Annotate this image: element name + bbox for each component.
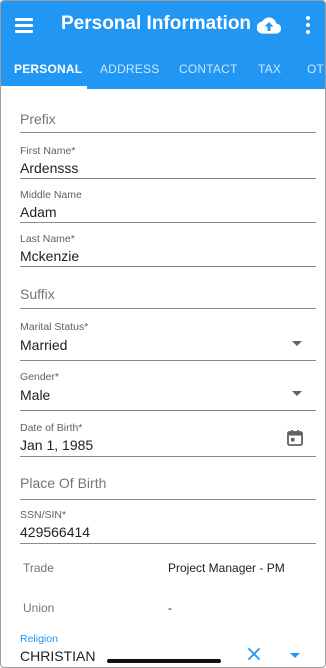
date-of-birth-label: Date of Birth* [20, 422, 83, 434]
tab-address[interactable]: ADDRESS [100, 51, 159, 89]
first-name-field[interactable]: First Name* Ardensss [20, 143, 316, 179]
app-frame: Personal Information PERSONAL ADDRESS CO… [0, 0, 326, 668]
union-value: - [168, 601, 172, 615]
cloud-upload-icon[interactable] [256, 14, 282, 36]
page-title: Personal Information [61, 13, 252, 34]
gender-select[interactable]: Gender* Male [20, 369, 316, 411]
dropdown-arrow-icon[interactable] [290, 653, 300, 658]
close-icon[interactable] [247, 647, 261, 661]
dropdown-arrow-icon[interactable] [292, 391, 302, 396]
religion-value[interactable]: CHRISTIAN [20, 648, 95, 664]
middle-name-field[interactable]: Middle Name Adam [20, 187, 316, 223]
suffix-placeholder: Suffix [20, 286, 55, 302]
first-name-label: First Name* [20, 145, 76, 157]
suffix-field[interactable]: Suffix [20, 280, 316, 309]
prefix-placeholder: Prefix [20, 111, 56, 127]
form-content: Prefix First Name* Ardensss Middle Name … [1, 89, 325, 667]
trade-row: Trade Project Manager - PM [23, 561, 313, 581]
middle-name-value: Adam [20, 204, 57, 220]
ssn-label: SSN/SIN* [20, 509, 67, 521]
menu-icon[interactable] [13, 15, 35, 35]
gender-label: Gender* [20, 371, 60, 383]
marital-status-select[interactable]: Marital Status* Married [20, 319, 316, 361]
tab-other[interactable]: OTH [307, 51, 325, 89]
last-name-label: Last Name* [20, 233, 75, 245]
marital-status-label: Marital Status* [20, 321, 89, 333]
marital-status-value: Married [20, 337, 68, 353]
tab-tax[interactable]: TAX [258, 51, 281, 89]
last-name-value: Mckenzie [20, 248, 80, 264]
religion-label: Religion [20, 633, 58, 645]
place-of-birth-field[interactable]: Place Of Birth [20, 468, 316, 500]
tab-bar: PERSONAL ADDRESS CONTACT TAX OTH [1, 51, 325, 89]
date-of-birth-field[interactable]: Date of Birth* Jan 1, 1985 [20, 420, 316, 457]
gender-value: Male [20, 387, 51, 403]
date-of-birth-value: Jan 1, 1985 [20, 437, 94, 453]
ssn-value: 429566414 [20, 524, 91, 540]
home-indicator [107, 659, 221, 663]
more-vert-icon[interactable] [301, 14, 315, 36]
first-name-value: Ardensss [20, 160, 79, 176]
prefix-field[interactable]: Prefix [20, 105, 316, 133]
place-of-birth-placeholder: Place Of Birth [20, 475, 107, 491]
app-bar: Personal Information PERSONAL ADDRESS CO… [1, 1, 325, 89]
trade-label: Trade [23, 561, 54, 575]
last-name-field[interactable]: Last Name* Mckenzie [20, 231, 316, 267]
tab-personal[interactable]: PERSONAL [14, 51, 82, 89]
ssn-field[interactable]: SSN/SIN* 429566414 [20, 507, 316, 544]
middle-name-label: Middle Name [20, 189, 82, 201]
tab-contact[interactable]: CONTACT [179, 51, 238, 89]
union-row: Union - [23, 601, 313, 621]
trade-value: Project Manager - PM [168, 561, 285, 575]
union-label: Union [23, 601, 55, 615]
toolbar: Personal Information [1, 1, 325, 51]
calendar-icon[interactable] [286, 429, 304, 447]
dropdown-arrow-icon[interactable] [292, 341, 302, 346]
